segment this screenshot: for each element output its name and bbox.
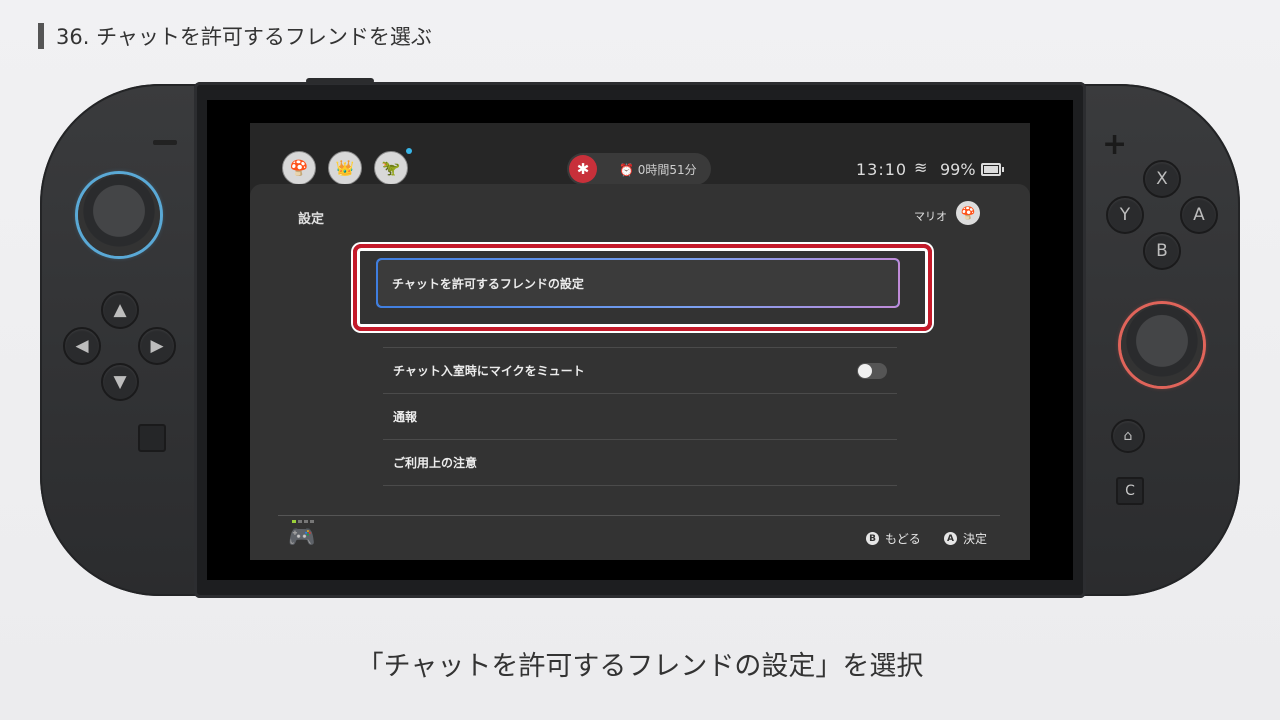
y-button[interactable]: Y (1106, 196, 1144, 234)
player-avatar-yoshi[interactable]: 🦖 (374, 151, 408, 185)
a-button[interactable]: A (1180, 196, 1218, 234)
dpad-down-button[interactable]: ▼ (101, 363, 139, 401)
row-label: チャット入室時にマイクをミュート (393, 364, 585, 378)
arrow-up-icon: ▲ (113, 300, 127, 320)
dpad-right-button[interactable]: ▶ (138, 327, 176, 365)
alarm-icon: ⏰ (619, 163, 634, 177)
caption: 「チャットを許可するフレンドの設定」を選択 (356, 651, 924, 682)
home-icon: ⌂ (1123, 428, 1133, 444)
usage-notes-item[interactable]: ご利用上の注意 (383, 439, 897, 486)
footer-divider (278, 515, 1000, 516)
battery-icon (981, 163, 1004, 176)
player-avatar-mario[interactable]: 🍄 (282, 151, 316, 185)
right-stick[interactable] (1121, 304, 1203, 386)
controller-icon: 🎮 (288, 525, 316, 550)
mario-icon: 🍄 (289, 159, 309, 177)
top-vent (306, 78, 374, 84)
back-hint[interactable]: B もどる (866, 530, 921, 547)
settings-title: 設定 (298, 212, 325, 227)
status-bar: 🍄 👑 🦖 ✱ ⏰ 0時間51分 13:10 ≋ 99% (250, 123, 1030, 185)
player-avatar-peach[interactable]: 👑 (328, 151, 362, 185)
controller-indicator (292, 520, 314, 523)
dpad-left-button[interactable]: ◀ (63, 327, 101, 365)
battery-percent: 99% (940, 160, 976, 179)
a-button-icon: A (944, 532, 957, 545)
step-title: 36. チャットを許可するフレンドを選ぶ (56, 25, 432, 49)
arrow-left-icon: ◀ (75, 336, 89, 356)
peach-icon: 👑 (335, 159, 355, 177)
user-name: マリオ (914, 210, 947, 223)
mario-icon: 🍄 (960, 206, 976, 220)
b-button[interactable]: B (1143, 232, 1181, 270)
x-button[interactable]: X (1143, 160, 1181, 198)
row-label: 通報 (393, 410, 418, 424)
timer-text: ⏰ 0時間51分 (619, 163, 697, 177)
minus-button[interactable] (153, 140, 177, 145)
toggle-knob (858, 364, 872, 378)
dpad-up-button[interactable]: ▲ (101, 291, 139, 329)
c-button[interactable]: C (1116, 477, 1144, 505)
capture-button[interactable] (138, 424, 166, 452)
online-indicator (406, 148, 412, 154)
wifi-icon: ≋ (914, 158, 928, 177)
mute-mic-toggle[interactable] (857, 363, 887, 379)
parental-control-icon: ✱ (569, 155, 597, 183)
arrow-right-icon: ▶ (150, 336, 164, 356)
back-label: もどる (885, 532, 921, 546)
settings-panel: 設定 マリオ 🍄 チャットを許可するフレンドの設定 チャット入室時にマイクをミュ… (250, 184, 1030, 560)
user-avatar[interactable]: 🍄 (956, 201, 980, 225)
arrow-down-icon: ▼ (113, 372, 127, 392)
battery-fill (984, 166, 998, 173)
console-screen: 🍄 👑 🦖 ✱ ⏰ 0時間51分 13:10 ≋ 99% 設定 マリオ 🍄 チャ… (250, 123, 1030, 560)
row-label: ご利用上の注意 (393, 456, 478, 470)
step-header: 36. チャットを許可するフレンドを選ぶ (38, 22, 432, 50)
b-button-icon: B (866, 532, 879, 545)
plus-button[interactable]: + (1102, 130, 1127, 160)
step-bar (38, 23, 44, 49)
report-item[interactable]: 通報 (383, 393, 897, 440)
confirm-hint[interactable]: A 決定 (944, 530, 987, 547)
mute-mic-setting[interactable]: チャット入室時にマイクをミュート (383, 347, 897, 394)
highlight-box (353, 244, 932, 331)
left-stick[interactable] (78, 174, 160, 256)
confirm-label: 決定 (963, 532, 988, 546)
play-timer[interactable]: ✱ ⏰ 0時間51分 (567, 153, 711, 185)
home-button[interactable]: ⌂ (1111, 419, 1145, 453)
clock: 13:10 (856, 160, 908, 179)
list-divider (383, 485, 897, 486)
yoshi-icon: 🦖 (381, 159, 401, 177)
